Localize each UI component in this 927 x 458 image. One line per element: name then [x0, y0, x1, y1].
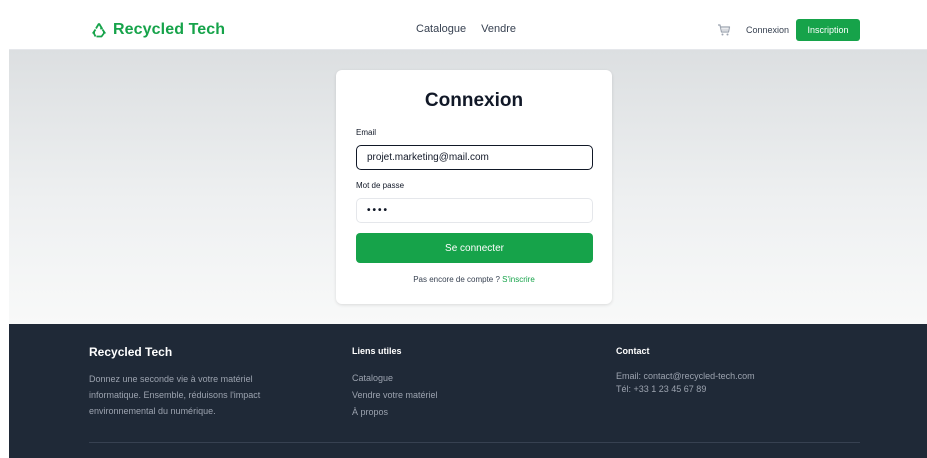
logo-text: Recycled Tech [113, 21, 226, 38]
main-nav: Catalogue Vendre [416, 23, 531, 35]
email-label: Email [356, 128, 377, 137]
nav-item-catalogue[interactable]: Catalogue [416, 23, 466, 35]
cart-icon[interactable] [717, 23, 731, 37]
register-link[interactable]: S'inscrire [502, 275, 535, 284]
password-label: Mot de passe [356, 181, 405, 190]
recycle-icon [91, 23, 107, 38]
site-footer: Recycled Tech Donnez une seconde vie à v… [9, 324, 927, 458]
login-link[interactable]: Connexion [746, 25, 789, 35]
footer-description: Donnez une seconde vie à votre matériel … [89, 374, 261, 416]
footer-link-vendre[interactable]: Vendre votre matériel [352, 387, 438, 404]
footer-brand: Recycled Tech [89, 345, 173, 359]
no-account-text: Pas encore de compte ? [413, 275, 500, 284]
footer-link-a-propos[interactable]: À propos [352, 404, 438, 421]
signup-button[interactable]: Inscription [796, 19, 860, 41]
footer-divider [89, 442, 860, 443]
site-header: Recycled Tech Catalogue Vendre Connexion… [9, 9, 927, 50]
password-input[interactable]: •••• [356, 198, 593, 223]
footer-contact-phone: Tél: +33 1 23 45 67 89 [616, 384, 707, 394]
footer-contact: Email: contact@recycled-tech.com Tél: +3… [616, 370, 755, 396]
main-content: Connexion Email projet.marketing@mail.co… [9, 50, 927, 324]
footer-links-heading: Liens utiles [352, 346, 402, 356]
login-title: Connexion [424, 90, 524, 111]
nav-item-vendre[interactable]: Vendre [481, 23, 516, 35]
logo[interactable]: Recycled Tech [91, 21, 225, 39]
footer-links: Catalogue Vendre votre matériel À propos [352, 370, 438, 421]
register-prompt: Pas encore de compte ? S'inscrire [336, 275, 612, 284]
login-submit-button[interactable]: Se connecter [356, 233, 593, 263]
email-input[interactable]: projet.marketing@mail.com [356, 145, 593, 170]
login-card: Connexion Email projet.marketing@mail.co… [336, 70, 612, 304]
footer-link-catalogue[interactable]: Catalogue [352, 370, 438, 387]
page: Recycled Tech Catalogue Vendre Connexion… [9, 9, 927, 458]
footer-contact-heading: Contact [616, 346, 650, 356]
footer-contact-email: Email: contact@recycled-tech.com [616, 371, 755, 381]
